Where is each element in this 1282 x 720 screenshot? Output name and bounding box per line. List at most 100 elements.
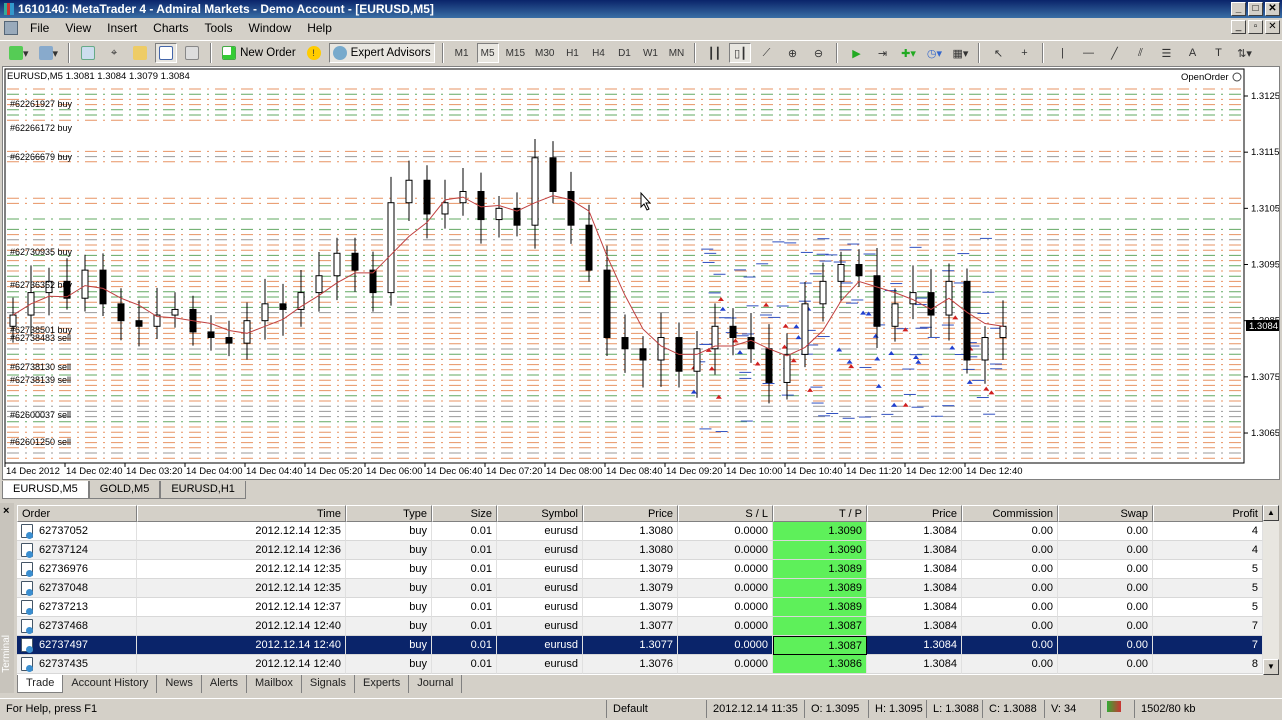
- menu-file[interactable]: File: [22, 21, 57, 35]
- doc-close-button[interactable]: ✕: [1265, 20, 1280, 34]
- text-button[interactable]: A: [1181, 43, 1203, 63]
- scroll-up-button[interactable]: ▲: [1263, 505, 1279, 521]
- data-window-button[interactable]: ⌖: [103, 43, 125, 63]
- crosshair-button[interactable]: +: [1013, 43, 1035, 63]
- channel-button[interactable]: ⫽: [1129, 43, 1151, 63]
- timeframe-m5[interactable]: M5: [476, 43, 499, 63]
- trendline-button[interactable]: ╱: [1103, 43, 1125, 63]
- table-row[interactable]: 62737124 2012.12.14 12:36 buy 0.01 eurusd 1.3…: [17, 541, 1263, 560]
- chart-shift-button[interactable]: ⇥: [871, 43, 893, 63]
- menu-tools[interactable]: Tools: [197, 21, 241, 35]
- time-tick-label: 14 Dec 2012: [6, 466, 60, 477]
- chart-tab-gold-m5[interactable]: GOLD,M5: [88, 481, 161, 499]
- time-tick-label: 14 Dec 04:00: [186, 466, 243, 477]
- label-button[interactable]: T: [1207, 43, 1229, 63]
- terminal-tab-experts[interactable]: Experts: [355, 675, 410, 693]
- chart-window[interactable]: 1.31251.31151.31051.30951.30851.30751.30…: [2, 66, 1280, 480]
- horizontal-line-button[interactable]: —: [1077, 43, 1099, 63]
- timeframe-m30[interactable]: M30: [532, 43, 557, 63]
- terminal-tab-signals[interactable]: Signals: [302, 675, 355, 693]
- doc-restore-button[interactable]: ▫: [1248, 20, 1263, 34]
- alert-button[interactable]: !: [303, 43, 325, 63]
- menu-help[interactable]: Help: [299, 21, 340, 35]
- timeframe-w1[interactable]: W1: [639, 43, 661, 63]
- cursor-button[interactable]: ↖: [987, 43, 1009, 63]
- table-scrollbar[interactable]: ▲ ▼: [1263, 505, 1279, 675]
- column-header[interactable]: Price: [867, 505, 962, 522]
- auto-scroll-button[interactable]: ▶: [845, 43, 867, 63]
- terminal-tab-news[interactable]: News: [157, 675, 202, 693]
- zoom-out-button[interactable]: ⊖: [807, 43, 829, 63]
- candlestick-button[interactable]: ▯┃: [729, 43, 752, 63]
- expert-advisors-button[interactable]: Expert Advisors: [328, 43, 435, 63]
- templates-button[interactable]: ▦▾: [949, 43, 971, 63]
- terminal-button[interactable]: [155, 43, 178, 63]
- maximize-button[interactable]: □: [1248, 2, 1263, 16]
- zoom-in-button[interactable]: ⊕: [781, 43, 803, 63]
- column-header[interactable]: Commission: [962, 505, 1058, 522]
- strategy-tester-button[interactable]: [181, 43, 203, 63]
- column-header[interactable]: Order: [17, 505, 137, 522]
- arrows-button[interactable]: ⇅▾: [1233, 43, 1255, 63]
- trade-arrow-icon: [763, 302, 770, 307]
- menu-charts[interactable]: Charts: [145, 21, 196, 35]
- fibonacci-button[interactable]: ☰: [1155, 43, 1177, 63]
- table-row[interactable]: 62737468 2012.12.14 12:40 buy 0.01 eurusd 1.3…: [17, 617, 1263, 636]
- timeframe-m1[interactable]: M1: [451, 43, 473, 63]
- document-icon[interactable]: [4, 21, 18, 35]
- column-header[interactable]: Size: [432, 505, 497, 522]
- table-cell: 2012.12.14 12:36: [137, 541, 346, 560]
- vertical-line-button[interactable]: |: [1051, 43, 1073, 63]
- terminal-close-icon[interactable]: ×: [3, 505, 9, 517]
- terminal-tab-trade[interactable]: Trade: [17, 675, 64, 693]
- status-time: 2012.12.14 11:35: [706, 699, 804, 718]
- templates-icon: ▦▾: [952, 47, 969, 60]
- new-order-button[interactable]: New Order: [219, 43, 299, 63]
- table-row[interactable]: 62736976 2012.12.14 12:35 buy 0.01 eurusd 1.3…: [17, 560, 1263, 579]
- bar-chart-button[interactable]: ┃┃: [703, 43, 725, 63]
- column-header[interactable]: Symbol: [497, 505, 583, 522]
- chart-shift-icon: ⇥: [877, 47, 888, 60]
- timeframe-d1[interactable]: D1: [613, 43, 635, 63]
- terminal-tab-mailbox[interactable]: Mailbox: [247, 675, 302, 693]
- timeframe-mn[interactable]: MN: [665, 43, 687, 63]
- trade-arrow-icon: [754, 361, 761, 366]
- column-header[interactable]: Type: [346, 505, 432, 522]
- timeframe-h1[interactable]: H1: [561, 43, 583, 63]
- table-row[interactable]: 62737052 2012.12.14 12:35 buy 0.01 eurusd 1.3…: [17, 522, 1263, 541]
- column-header[interactable]: Swap: [1058, 505, 1153, 522]
- menu-window[interactable]: Window: [241, 21, 300, 35]
- timeframe-h4[interactable]: H4: [587, 43, 609, 63]
- navigator-button[interactable]: [129, 43, 151, 63]
- column-header[interactable]: T / P: [773, 505, 867, 522]
- price-tick-label: 1.3065: [1251, 428, 1279, 439]
- table-row[interactable]: 62737497 2012.12.14 12:40 buy 0.01 eurusd 1.3…: [17, 636, 1263, 655]
- terminal-tab-alerts[interactable]: Alerts: [202, 675, 247, 693]
- table-row[interactable]: 62737048 2012.12.14 12:35 buy 0.01 eurusd 1.3…: [17, 579, 1263, 598]
- indicators-button[interactable]: ✚▾: [897, 43, 919, 63]
- column-header[interactable]: Price: [583, 505, 678, 522]
- periods-button[interactable]: ◷▾: [923, 43, 945, 63]
- column-header[interactable]: Time: [137, 505, 346, 522]
- chart-tab-eurusd-h1[interactable]: EURUSD,H1: [160, 481, 246, 499]
- doc-minimize-button[interactable]: _: [1231, 20, 1246, 34]
- terminal-tab-account-history[interactable]: Account History: [63, 675, 158, 693]
- column-header[interactable]: S / L: [678, 505, 773, 522]
- scroll-down-button[interactable]: ▼: [1263, 659, 1279, 675]
- timeframe-m15[interactable]: M15: [503, 43, 528, 63]
- new-chart-button[interactable]: ▾: [6, 43, 32, 63]
- minimize-button[interactable]: _: [1231, 2, 1246, 16]
- table-cell: 0.00: [1058, 560, 1153, 579]
- close-button[interactable]: ✕: [1265, 2, 1280, 16]
- market-watch-button[interactable]: [77, 43, 99, 63]
- line-chart-button[interactable]: ⟋: [755, 43, 777, 63]
- menu-view[interactable]: View: [57, 21, 99, 35]
- table-row[interactable]: 62737435 2012.12.14 12:40 buy 0.01 eurusd 1.3…: [17, 655, 1263, 674]
- column-header[interactable]: Profit: [1153, 505, 1263, 522]
- table-row[interactable]: 62737213 2012.12.14 12:37 buy 0.01 eurusd 1.3…: [17, 598, 1263, 617]
- price-chart[interactable]: 1.31251.31151.31051.30951.30851.30751.30…: [3, 67, 1279, 479]
- terminal-tab-journal[interactable]: Journal: [409, 675, 463, 693]
- profiles-button[interactable]: ▾: [36, 43, 62, 63]
- menu-insert[interactable]: Insert: [99, 21, 145, 35]
- chart-tab-eurusd-m5[interactable]: EURUSD,M5: [2, 481, 89, 499]
